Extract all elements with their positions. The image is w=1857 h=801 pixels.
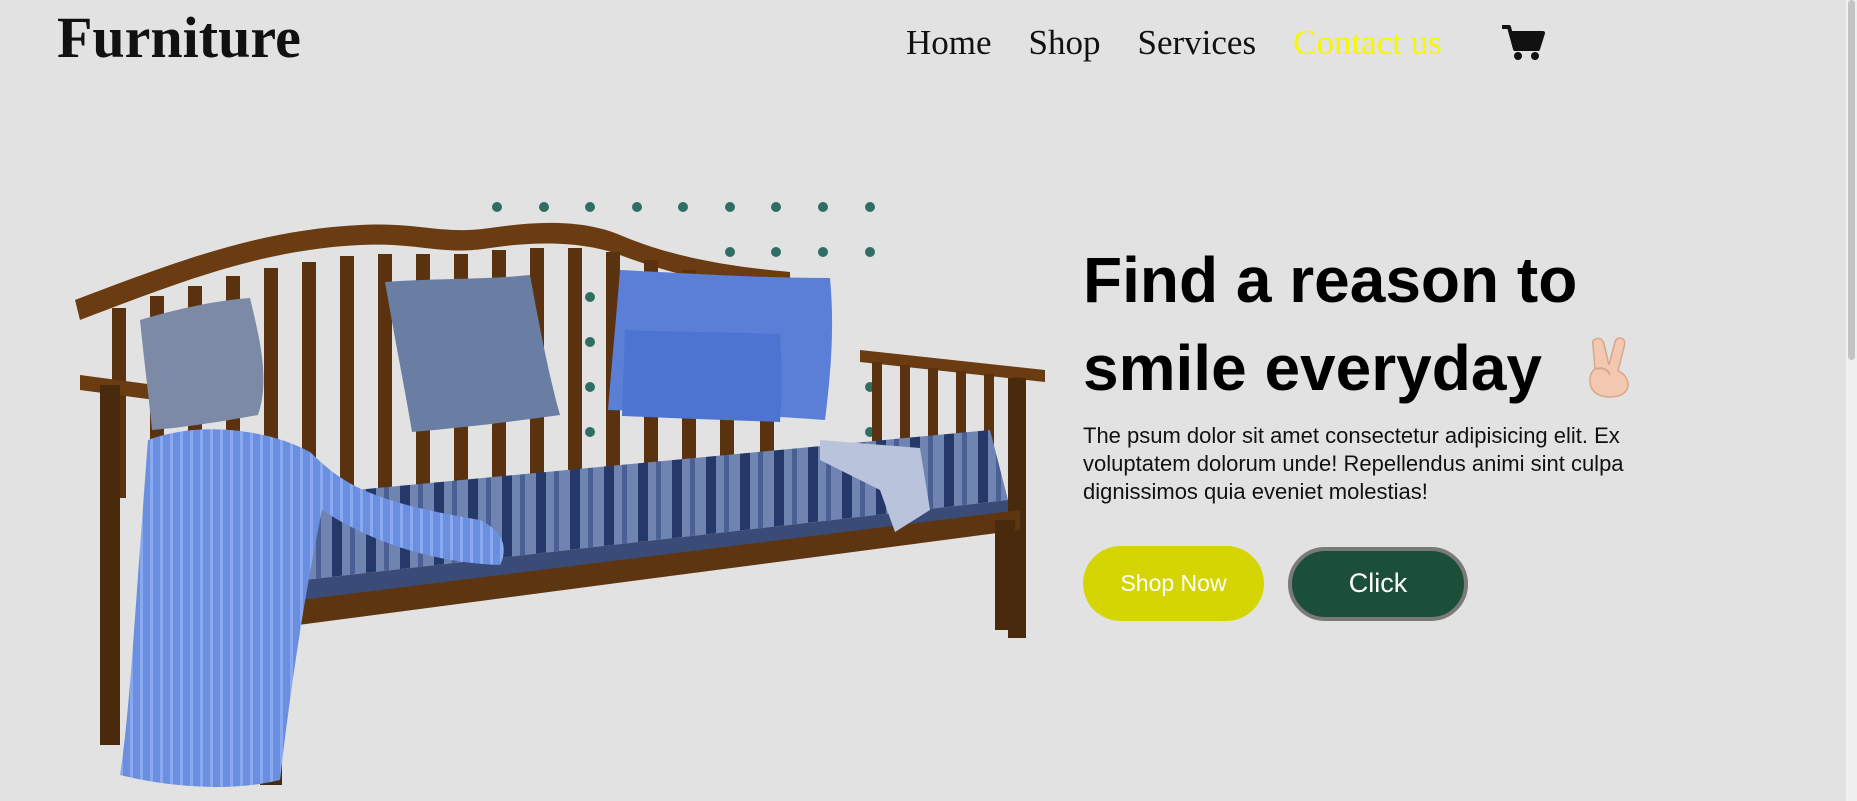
scrollbar-thumb[interactable] [1848, 0, 1855, 360]
nav-services[interactable]: Services [1138, 20, 1257, 66]
hero-text: Find a reason to smile everyday The psum… [1083, 236, 1703, 621]
victory-hand-icon [1589, 337, 1629, 398]
click-button[interactable]: Click [1288, 546, 1468, 621]
hero-description: The psum dolor sit amet consectetur adip… [1083, 423, 1624, 504]
nav-contact-us[interactable]: Contact us [1293, 20, 1442, 66]
shopping-cart-icon[interactable] [1500, 22, 1546, 62]
landing-page: Furniture Home Shop Services Contact us [0, 0, 1857, 801]
main-nav: Home Shop Services Contact us [906, 20, 1479, 66]
headline-line-2: smile everyday [1083, 332, 1542, 404]
nav-home[interactable]: Home [906, 20, 992, 66]
nav-shop[interactable]: Shop [1029, 20, 1101, 66]
hero-buttons: Shop Now Click [1083, 546, 1703, 621]
page-scrollbar[interactable] [1846, 0, 1857, 801]
shop-now-button[interactable]: Shop Now [1083, 546, 1264, 621]
hero-headline: Find a reason to smile everyday [1083, 236, 1703, 412]
daybed-image [75, 202, 1045, 787]
headline-line-1: Find a reason to [1083, 244, 1578, 316]
site-logo[interactable]: Furniture [57, 4, 301, 72]
